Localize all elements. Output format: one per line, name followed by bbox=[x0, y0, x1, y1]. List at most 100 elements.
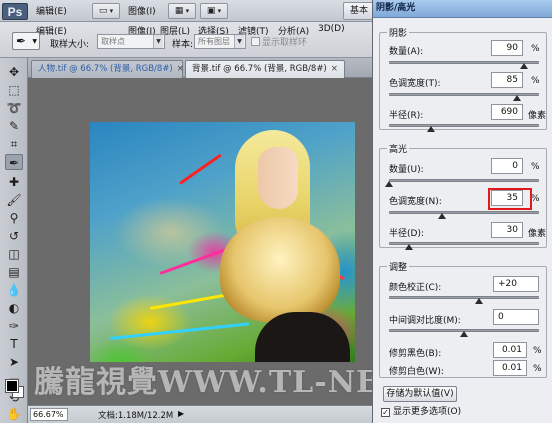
highlight-annotation-box bbox=[488, 188, 532, 210]
chevron-down-icon: ▼ bbox=[32, 38, 37, 45]
path-selection-tool-icon[interactable]: ➤ bbox=[5, 354, 23, 370]
adjustments-group-title: 调整 bbox=[387, 260, 410, 273]
lasso-tool-icon[interactable]: ➰ bbox=[5, 100, 23, 116]
status-menu-arrow-icon[interactable]: ▶ bbox=[178, 409, 184, 418]
menu-edit[interactable]: 编辑(E) bbox=[36, 4, 67, 17]
image-canvas[interactable] bbox=[90, 122, 355, 362]
tab-person-document[interactable]: 人物.tif @ 66.7% (背景, RGB/8#) × bbox=[31, 60, 184, 78]
black-clip-input[interactable]: 0.01 bbox=[493, 342, 527, 358]
color-correction-slider[interactable] bbox=[389, 296, 539, 299]
highlights-amount-slider[interactable] bbox=[389, 179, 539, 182]
move-tool-icon[interactable]: ✥ bbox=[5, 64, 23, 80]
chevron-down-icon: ▼ bbox=[153, 35, 163, 48]
shadows-tonal-width-label: 色调宽度(T): bbox=[389, 79, 441, 89]
marquee-tool-icon[interactable]: ⬚ bbox=[5, 82, 23, 98]
menu-3d[interactable]: 3D(D) bbox=[318, 24, 345, 34]
quick-select-tool-icon[interactable]: ✎ bbox=[5, 118, 23, 134]
highlights-group-title: 高光 bbox=[387, 142, 410, 155]
white-clip-label: 修剪白色(W): bbox=[389, 367, 444, 377]
close-icon[interactable]: × bbox=[331, 64, 338, 74]
shadows-amount-input[interactable]: 90 bbox=[491, 40, 523, 56]
crop-tool-icon[interactable]: ⌗ bbox=[5, 136, 23, 152]
frame-view-button[interactable]: ▭ ▾ bbox=[92, 3, 120, 19]
shadows-tonal-width-input[interactable]: 85 bbox=[491, 72, 523, 88]
chevron-down-icon: ▼ bbox=[234, 35, 244, 48]
shadows-highlights-dialog: 阴影/高光 阴影 数量(A): 90 % 色调宽度(T): 85 % 半径(R)… bbox=[372, 0, 552, 423]
shadows-radius-slider-thumb[interactable] bbox=[427, 126, 435, 132]
white-clip-input[interactable]: 0.01 bbox=[493, 360, 527, 376]
highlights-radius-slider-thumb[interactable] bbox=[404, 244, 413, 250]
shadows-amount-slider-thumb[interactable] bbox=[520, 63, 528, 69]
save-as-default-button[interactable]: 存储为默认值(V) bbox=[383, 386, 457, 402]
workspace-button[interactable]: 基本 bbox=[343, 2, 375, 20]
color-correction-label: 颜色校正(C): bbox=[389, 283, 442, 293]
shadows-group-title: 阴影 bbox=[387, 26, 410, 39]
highlights-amount-label: 数量(U): bbox=[389, 165, 424, 175]
foreground-color-swatch[interactable] bbox=[5, 379, 19, 393]
sample-size-label: 取样大小: bbox=[50, 40, 90, 50]
arrange-documents-button[interactable]: ▦ ▾ bbox=[168, 3, 196, 19]
shadows-radius-slider[interactable] bbox=[389, 124, 539, 127]
midtone-contrast-input[interactable]: 0 bbox=[493, 309, 539, 325]
midtone-contrast-label: 中间调对比度(M): bbox=[389, 316, 461, 326]
watermark: 騰龍視覺WWW.TL-NET bbox=[34, 365, 404, 400]
photoshop-logo: Ps bbox=[2, 3, 28, 20]
color-swatches[interactable] bbox=[5, 379, 26, 400]
shadows-amount-slider[interactable] bbox=[389, 61, 539, 64]
history-brush-tool-icon[interactable]: ↺ bbox=[5, 228, 23, 244]
blur-tool-icon[interactable]: 💧 bbox=[5, 282, 23, 298]
menu-edit-row[interactable]: 编辑(E) bbox=[36, 24, 67, 37]
shadows-amount-label: 数量(A): bbox=[389, 47, 424, 57]
tab-label: 背景.tif @ 66.7% (背景, RGB/8#) bbox=[192, 64, 327, 74]
checkmark-icon: ✓ bbox=[381, 408, 390, 417]
highlights-tonal-width-label: 色调宽度(N): bbox=[389, 197, 442, 207]
type-tool-icon[interactable]: T bbox=[5, 336, 23, 352]
close-icon[interactable]: × bbox=[177, 64, 184, 74]
show-more-options-label: 显示更多选项(O) bbox=[393, 407, 462, 417]
color-correction-slider-thumb[interactable] bbox=[475, 298, 483, 304]
highlights-tonal-width-unit: % bbox=[531, 194, 540, 204]
status-bar: 66.67% 文档:1.18M/12.2M ▶ bbox=[28, 405, 372, 423]
dodge-tool-icon[interactable]: ◐ bbox=[5, 300, 23, 316]
brush-tool-icon[interactable]: 🖌 bbox=[5, 192, 23, 208]
highlights-radius-input[interactable]: 30 bbox=[491, 222, 523, 238]
highlights-amount-unit: % bbox=[531, 162, 540, 172]
document-size-info[interactable]: 文档:1.18M/12.2M bbox=[98, 409, 173, 421]
midtone-contrast-slider-thumb[interactable] bbox=[460, 331, 468, 337]
shadows-amount-unit: % bbox=[531, 44, 540, 54]
sample-value: 所有图层 bbox=[198, 37, 230, 46]
portrait-feathers bbox=[220, 217, 340, 322]
checkbox-box bbox=[251, 37, 260, 46]
shadows-radius-input[interactable]: 690 bbox=[491, 104, 523, 120]
clone-stamp-tool-icon[interactable]: ⚲ bbox=[5, 210, 23, 226]
show-ring-label: 显示取样环 bbox=[262, 38, 308, 48]
gradient-tool-icon[interactable]: ▤ bbox=[5, 264, 23, 280]
highlights-radius-unit: 像素 bbox=[528, 229, 547, 239]
shadows-tonal-width-unit: % bbox=[531, 76, 540, 86]
sample-select[interactable]: 所有图层 ▼ bbox=[194, 34, 246, 49]
menu-image[interactable]: 图像(I) bbox=[128, 4, 156, 17]
highlights-tonal-width-slider[interactable] bbox=[389, 211, 539, 214]
eyedropper-icon: ✒ bbox=[16, 34, 27, 48]
show-more-options-checkbox[interactable]: ✓ 显示更多选项(O) bbox=[381, 404, 461, 417]
zoom-input[interactable]: 66.67% bbox=[30, 408, 68, 421]
shadows-tonal-width-slider-thumb[interactable] bbox=[512, 95, 521, 101]
hand-tool-icon[interactable]: ✋ bbox=[5, 406, 23, 422]
eyedropper-tool-icon[interactable]: ✒ bbox=[5, 154, 23, 170]
eraser-tool-icon[interactable]: ◫ bbox=[5, 246, 23, 262]
highlights-amount-slider-thumb[interactable] bbox=[385, 181, 393, 187]
black-clip-label: 修剪黑色(B): bbox=[389, 349, 442, 359]
pen-tool-icon[interactable]: ✑ bbox=[5, 318, 23, 334]
sample-size-select[interactable]: 取样点 ▼ bbox=[97, 34, 165, 49]
screen-mode-button[interactable]: ▣ ▾ bbox=[200, 3, 228, 19]
shadows-radius-label: 半径(R): bbox=[389, 111, 424, 121]
menu-bar: Ps 编辑(E) ▭ ▾ 图像(I) ▦ ▾ ▣ ▾ 基本 bbox=[0, 0, 375, 22]
tool-preset-picker[interactable]: ✒ ▼ bbox=[12, 32, 40, 50]
highlights-tonal-width-slider-thumb[interactable] bbox=[437, 213, 446, 219]
color-correction-input[interactable]: +20 bbox=[493, 276, 539, 292]
tab-label: 人物.tif @ 66.7% (背景, RGB/8#) bbox=[38, 64, 173, 74]
tab-background-document[interactable]: 背景.tif @ 66.7% (背景, RGB/8#) × bbox=[185, 60, 345, 78]
highlights-amount-input[interactable]: 0 bbox=[491, 158, 523, 174]
show-sampling-ring-checkbox[interactable]: 显示取样环 bbox=[251, 35, 307, 48]
healing-brush-tool-icon[interactable]: ✚ bbox=[5, 174, 23, 190]
